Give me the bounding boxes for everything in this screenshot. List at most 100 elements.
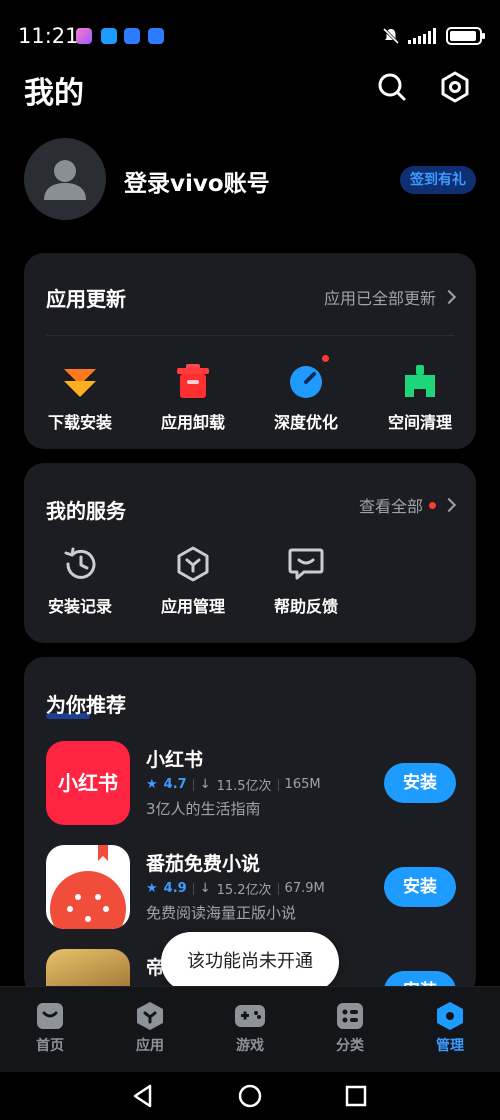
action-label: 深度优化 <box>273 413 338 432</box>
space-clean-button[interactable]: 空间清理 <box>370 363 470 433</box>
app-description: 免费阅读海量正版小说 <box>146 904 297 922</box>
page-title: 我的 <box>24 76 84 111</box>
xiaohongshu-app-icon[interactable]: 小红书 <box>46 741 130 825</box>
recents-icon[interactable] <box>342 1082 370 1110</box>
feedback-icon <box>288 548 324 580</box>
tab-label: 首页 <box>36 1038 64 1054</box>
checkin-button[interactable]: 签到有礼 <box>400 166 476 194</box>
search-icon[interactable] <box>375 70 409 104</box>
tab-label: 分类 <box>336 1038 364 1054</box>
install-button[interactable]: 安装 <box>384 763 456 803</box>
tab-games[interactable]: 游戏 <box>210 1001 290 1055</box>
action-label: 空间清理 <box>387 413 452 432</box>
home-icon <box>37 1003 63 1029</box>
uninstall-button[interactable]: 应用卸载 <box>143 363 243 433</box>
tab-label: 应用 <box>136 1038 164 1054</box>
download-count-icon: ↓ <box>199 777 211 792</box>
app-name: 小红书 <box>146 749 204 771</box>
tab-label: 管理 <box>436 1038 464 1054</box>
login-link[interactable]: 登录vivo账号 <box>124 164 270 198</box>
app-meta: ★ 4.7 ↓ 11.5亿次 165M <box>146 775 321 794</box>
meta-separator <box>192 778 194 791</box>
view-all-link[interactable]: 查看全部 <box>358 493 457 517</box>
tomato-novel-app-icon[interactable] <box>46 845 130 929</box>
manage-icon <box>437 1002 463 1030</box>
meta-separator <box>277 778 279 791</box>
service-label: 帮助反馈 <box>273 597 338 616</box>
home-circle-icon[interactable] <box>236 1082 264 1110</box>
new-badge-dot <box>322 355 329 362</box>
card-title: 为你推荐 <box>46 693 126 717</box>
avatar[interactable] <box>24 138 106 220</box>
bottom-tab-bar: 首页 应用 游戏 分类 管理 <box>0 986 500 1072</box>
star-icon: ★ <box>146 777 158 792</box>
app-meta: ★ 4.9 ↓ 15.2亿次 67.9M <box>146 879 325 898</box>
meta-separator <box>192 882 194 895</box>
card-title: 应用更新 <box>46 287 126 311</box>
chevron-right-icon <box>441 289 457 305</box>
app-icon-text: 小红书 <box>58 771 118 795</box>
status-bar: 11:21 <box>0 0 500 76</box>
notification-app-icon <box>148 28 164 44</box>
system-nav-bar <box>0 1072 500 1120</box>
app-list-item[interactable]: 番茄免费小说 ★ 4.9 ↓ 15.2亿次 67.9M 免费阅读海量正版小说 安… <box>46 845 456 931</box>
notification-app-icon <box>76 28 92 44</box>
app-updates-card: 应用更新 应用已全部更新 下载安装 应用卸载 深度优化 空间清理 <box>24 253 476 449</box>
chevron-right-icon <box>441 497 457 513</box>
back-icon[interactable] <box>130 1082 158 1110</box>
app-downloads: 11.5亿次 <box>216 779 272 794</box>
history-icon <box>64 547 96 579</box>
clean-icon <box>405 365 435 397</box>
gamepad-icon <box>235 1005 265 1027</box>
link-label: 查看全部 <box>358 497 423 516</box>
profile-section[interactable]: 登录vivo账号 签到有礼 <box>24 138 476 222</box>
action-label: 下载安装 <box>47 413 112 432</box>
app-manage-button[interactable]: 应用管理 <box>143 545 243 617</box>
tab-home[interactable]: 首页 <box>10 1001 90 1055</box>
service-label: 安装记录 <box>47 597 112 616</box>
install-history-button[interactable]: 安装记录 <box>30 545 130 617</box>
tab-label: 游戏 <box>236 1038 264 1054</box>
settings-icon[interactable] <box>438 70 472 104</box>
my-services-card: 我的服务 查看全部 安装记录 应用管理 帮助反馈 <box>24 463 476 643</box>
divider <box>46 335 454 336</box>
app-list-item[interactable]: 小红书 小红书 ★ 4.7 ↓ 11.5亿次 165M 3亿人的生活指南 安装 <box>46 741 456 827</box>
download-install-button[interactable]: 下载安装 <box>30 363 130 433</box>
optimize-icon <box>290 366 322 398</box>
app-description: 3亿人的生活指南 <box>146 800 261 818</box>
battery-icon <box>446 27 485 45</box>
app-rating: 4.9 <box>163 881 187 896</box>
download-count-icon: ↓ <box>199 881 211 896</box>
app-size: 165M <box>284 777 321 792</box>
star-icon: ★ <box>146 881 158 896</box>
user-icon <box>44 160 86 200</box>
category-icon <box>337 1003 363 1029</box>
download-icon <box>64 369 96 397</box>
tab-categories[interactable]: 分类 <box>310 1001 390 1055</box>
all-updated-link[interactable]: 应用已全部更新 <box>323 285 457 309</box>
apps-icon <box>137 1002 163 1030</box>
app-size: 67.9M <box>284 881 325 896</box>
trash-icon <box>177 364 209 398</box>
tab-manage[interactable]: 管理 <box>410 1001 490 1055</box>
new-badge-dot <box>429 501 436 509</box>
action-label: 应用卸载 <box>160 413 225 432</box>
notification-app-icon <box>101 28 117 44</box>
notification-app-icon <box>124 28 140 44</box>
install-button[interactable]: 安装 <box>384 867 456 907</box>
app-rating: 4.7 <box>163 777 187 792</box>
link-label: 应用已全部更新 <box>323 289 436 308</box>
toast-message: 该功能尚未开通 <box>161 932 339 992</box>
mute-icon <box>382 27 400 45</box>
meta-separator <box>277 882 279 895</box>
help-feedback-button[interactable]: 帮助反馈 <box>256 545 356 617</box>
app-name: 番茄免费小说 <box>146 853 261 875</box>
deep-optimize-button[interactable]: 深度优化 <box>256 363 356 433</box>
app-manage-icon <box>177 546 209 582</box>
signal-icon <box>408 28 436 44</box>
service-label: 应用管理 <box>160 597 225 616</box>
status-time: 11:21 <box>18 24 79 48</box>
tab-apps[interactable]: 应用 <box>110 1001 190 1055</box>
system-icons <box>382 26 485 46</box>
card-title: 我的服务 <box>46 499 126 523</box>
